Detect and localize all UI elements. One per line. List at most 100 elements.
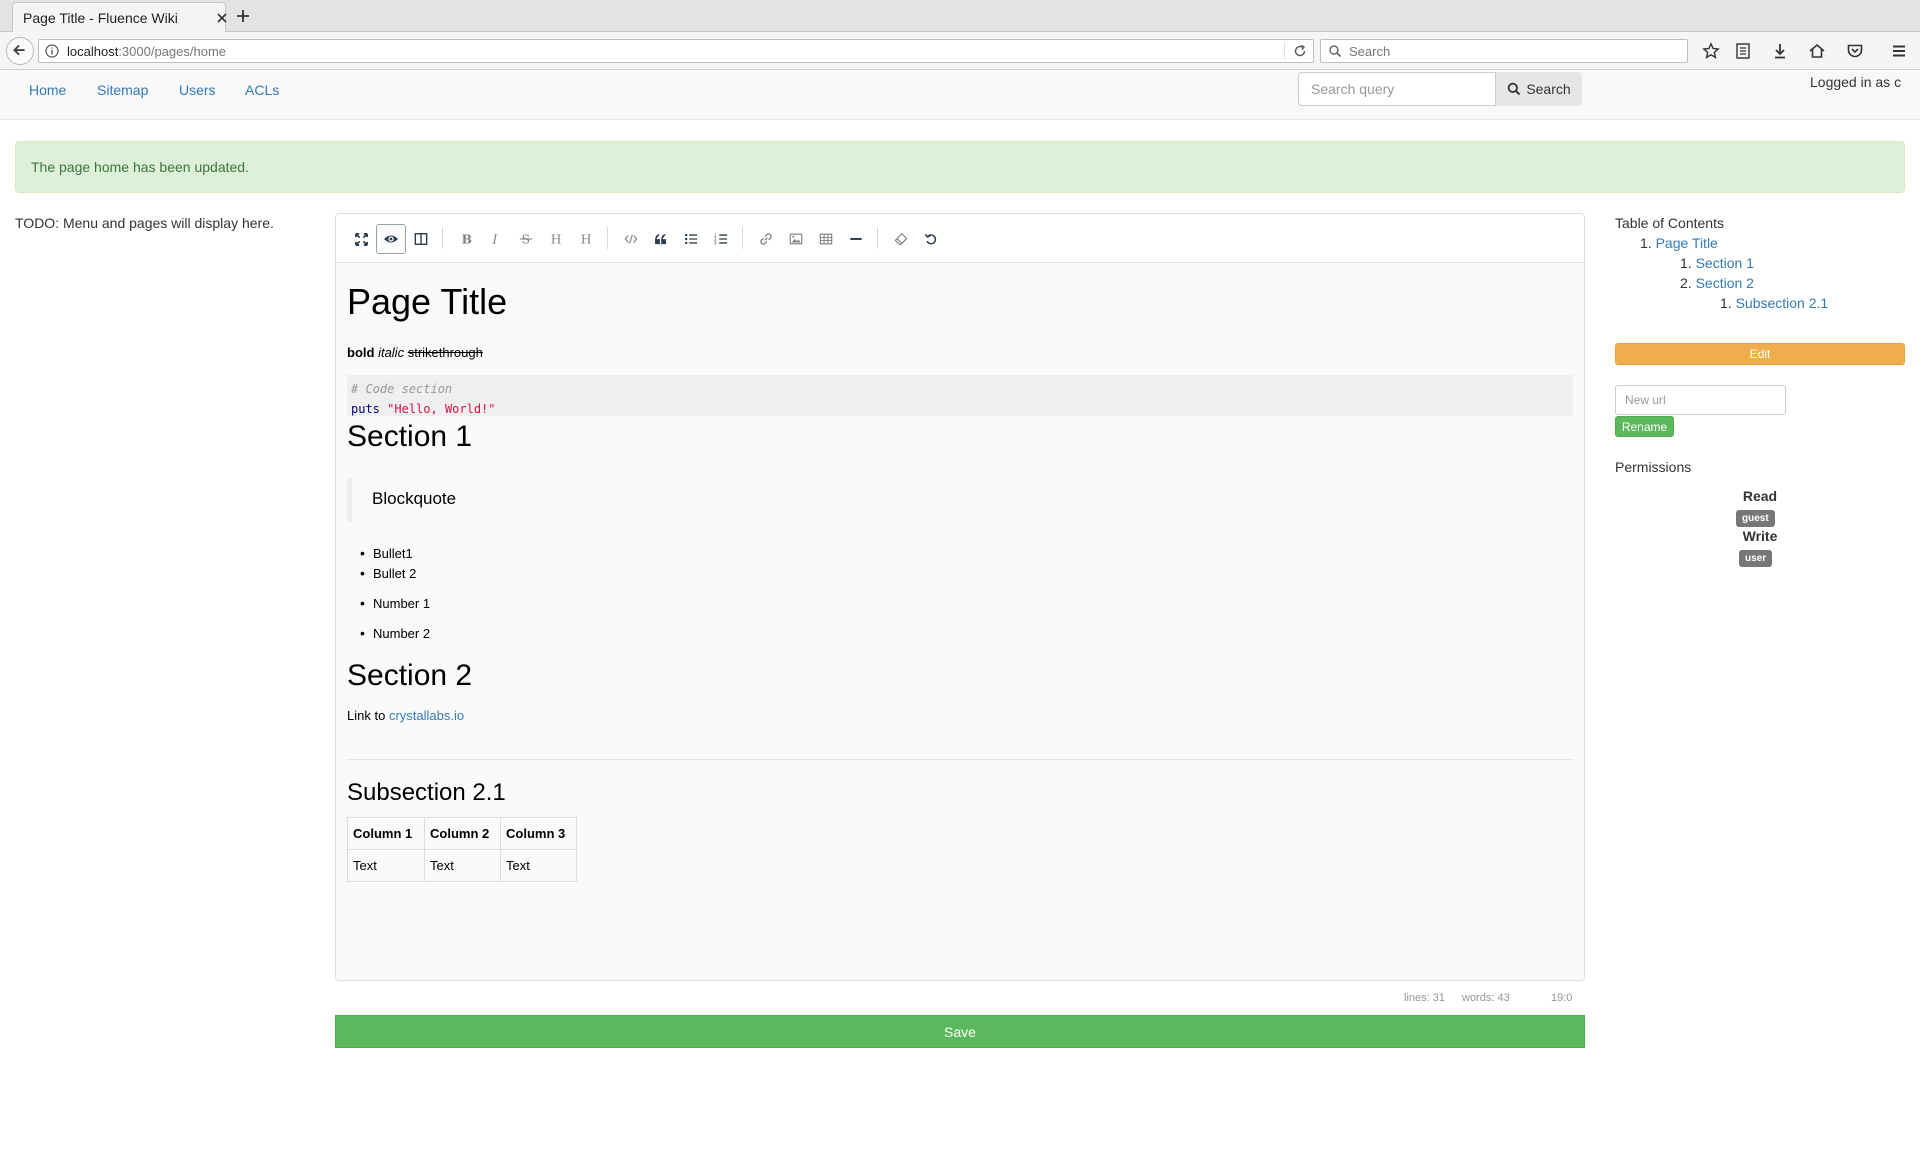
fullscreen-button[interactable] — [346, 224, 376, 254]
read-role-badge: guest — [1736, 510, 1775, 527]
editor-statusbar: lines: 31 words: 43 19:0 — [335, 990, 1585, 1008]
status-lines: lines: 31 — [1404, 992, 1445, 1004]
horizontal-rule-icon — [850, 238, 862, 240]
toc-link-page-title[interactable]: Page Title — [1656, 235, 1718, 251]
strikethrough-icon: S — [519, 232, 533, 246]
app-navbar: Home Sitemap Users ACLs Search Logged in… — [0, 70, 1920, 120]
unordered-list-button[interactable] — [676, 224, 706, 254]
strikethrough-button[interactable]: S — [511, 224, 541, 254]
toc-link-section-2[interactable]: Section 2 — [1696, 275, 1754, 291]
permission-write-label: Write — [1742, 528, 1778, 544]
toc-number: 2. — [1680, 275, 1692, 291]
ordered-list-icon: 123 — [714, 232, 728, 245]
table-cell: Text — [347, 849, 425, 882]
preview-table: Column 1 Column 2 Column 3 Text Text Tex… — [347, 817, 577, 882]
nav-sitemap[interactable]: Sitemap — [97, 82, 148, 98]
image-icon — [789, 233, 803, 245]
bold-button[interactable]: B — [451, 224, 481, 254]
search-query-input[interactable] — [1298, 72, 1496, 106]
horizontal-rule-button[interactable] — [841, 224, 871, 254]
write-role-badge: user — [1739, 550, 1773, 567]
search-button[interactable]: Search — [1496, 72, 1582, 106]
back-button[interactable] — [6, 37, 34, 65]
address-bar[interactable]: localhost:3000/pages/home — [38, 39, 1314, 63]
list-item: Number 1 — [360, 595, 430, 611]
toc-number: 1. — [1640, 235, 1652, 251]
code-keyword: puts — [351, 402, 380, 416]
horizontal-rule — [347, 759, 1573, 760]
toc-link-subsection-2-1[interactable]: Subsection 2.1 — [1736, 295, 1829, 311]
heading-smaller-button[interactable]: H — [571, 224, 601, 254]
preview-button[interactable] — [376, 224, 406, 254]
rename-button[interactable]: Rename — [1615, 416, 1674, 437]
table-cell: Text — [424, 849, 501, 882]
edit-button[interactable]: Edit — [1615, 343, 1905, 365]
pocket-icon[interactable] — [1846, 42, 1864, 60]
bold-icon: B — [462, 232, 472, 246]
preview-section-1: Section 1 — [347, 420, 473, 453]
table-header-cell: Column 1 — [347, 817, 425, 850]
svg-text:B: B — [462, 232, 472, 246]
link-button[interactable] — [751, 224, 781, 254]
status-cursor: 19:0 — [1551, 992, 1573, 1004]
preview-link-paragraph: Link to crystallabs.io — [347, 708, 464, 723]
url-host: localhost — [67, 44, 119, 59]
url-text: localhost:3000/pages/home — [67, 44, 226, 59]
nav-home[interactable]: Home — [29, 82, 66, 98]
reload-icon[interactable] — [1293, 44, 1307, 58]
table-row: Text Text Text — [347, 849, 577, 882]
side-by-side-button[interactable] — [406, 224, 436, 254]
arrow-left-icon — [13, 44, 25, 56]
home-icon[interactable] — [1808, 42, 1826, 60]
info-icon[interactable] — [45, 44, 59, 58]
preview-italic: italic — [378, 345, 405, 360]
plus-icon[interactable] — [234, 7, 252, 25]
clean-block-button[interactable] — [886, 224, 916, 254]
download-icon[interactable] — [1771, 42, 1789, 60]
table-header-cell: Column 2 — [424, 817, 501, 850]
preview-inline-styles: bold italic strikethrough — [347, 345, 483, 360]
permissions-title: Permissions — [1615, 459, 1692, 475]
editor-toolbar: B I S H H 123 — [336, 214, 1584, 263]
image-button[interactable] — [781, 224, 811, 254]
new-url-input[interactable] — [1615, 385, 1786, 415]
toc-item: 1. Page Title — [1640, 235, 1718, 251]
preview-icon — [384, 235, 398, 243]
undo-button[interactable] — [916, 224, 946, 254]
logged-in-status: Logged in as c — [1810, 74, 1902, 90]
table-header-row: Column 1 Column 2 Column 3 — [347, 817, 577, 850]
heading-smaller-icon: H — [581, 232, 592, 246]
search-icon — [1329, 45, 1342, 58]
table-header-cell: Column 3 — [500, 817, 577, 850]
status-words: words: 43 — [1462, 992, 1510, 1004]
quote-icon — [655, 233, 667, 245]
toolbar-separator — [877, 227, 878, 249]
crystallabs-link[interactable]: crystallabs.io — [389, 708, 464, 723]
italic-button[interactable]: I — [481, 224, 511, 254]
ordered-list-button[interactable]: 123 — [706, 224, 736, 254]
menu-icon[interactable] — [1890, 42, 1908, 60]
nav-users[interactable]: Users — [179, 82, 216, 98]
toc-title: Table of Contents — [1615, 215, 1724, 231]
nav-acls[interactable]: ACLs — [245, 82, 279, 98]
search-button-label: Search — [1526, 81, 1571, 97]
success-alert: The page home has been updated. — [15, 141, 1905, 193]
code-button[interactable] — [616, 224, 646, 254]
blockquote-text: Blockquote — [372, 489, 457, 508]
table-button[interactable] — [811, 224, 841, 254]
undo-icon — [924, 233, 937, 245]
browser-tab[interactable]: Page Title - Fluence Wiki — [12, 2, 229, 33]
tab-title: Page Title - Fluence Wiki — [23, 10, 178, 26]
left-sidebar-todo: TODO: Menu and pages will display here. — [15, 215, 274, 231]
quote-button[interactable] — [646, 224, 676, 254]
preview-strikethrough: strikethrough — [407, 345, 483, 360]
browser-search-bar[interactable]: Search — [1320, 39, 1688, 63]
link-icon — [760, 233, 772, 245]
toc-link-section-1[interactable]: Section 1 — [1696, 255, 1754, 271]
heading-button[interactable]: H — [541, 224, 571, 254]
reading-list-icon[interactable] — [1734, 42, 1752, 60]
save-button[interactable]: Save — [335, 1015, 1585, 1048]
close-icon[interactable] — [215, 11, 229, 25]
alert-message: The page home has been updated. — [31, 159, 249, 175]
star-icon[interactable] — [1702, 42, 1720, 60]
